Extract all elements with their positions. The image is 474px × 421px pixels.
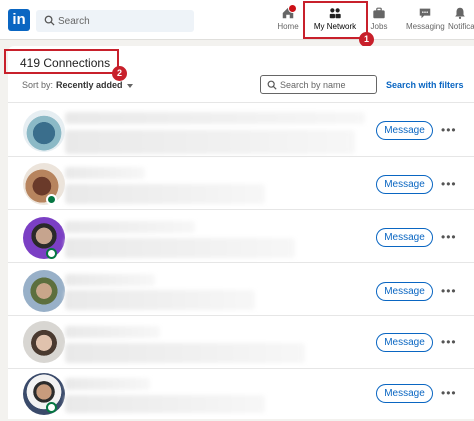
more-options-icon[interactable]: ••• [441, 335, 457, 349]
more-options-icon[interactable]: ••• [441, 177, 457, 191]
bell-icon [455, 7, 465, 20]
more-options-icon[interactable]: ••• [441, 230, 457, 244]
callout-2: 2 [112, 66, 127, 81]
nav-jobs[interactable]: Jobs [368, 6, 390, 31]
nav-notifications-label: Notifica [448, 22, 474, 31]
avatar[interactable] [23, 270, 65, 312]
nav-jobs-label: Jobs [370, 22, 388, 31]
message-button[interactable]: Message [376, 282, 433, 301]
blurred-name [65, 221, 195, 233]
message-button[interactable]: Message [376, 384, 433, 403]
search-icon [267, 80, 277, 90]
sort-control[interactable]: Sort by: Recently added [22, 80, 133, 90]
nav-home-label: Home [277, 22, 299, 31]
search-connections[interactable] [260, 75, 377, 94]
avatar[interactable] [23, 373, 65, 415]
online-status-indicator [46, 248, 57, 259]
search-icon [44, 15, 55, 26]
nav-messaging[interactable]: Messaging [406, 6, 445, 31]
top-nav-bar: in Home My Network Jobs Messaging Notifi… [0, 0, 474, 40]
global-search[interactable] [36, 10, 194, 32]
search-by-name-input[interactable] [280, 76, 375, 93]
avatar[interactable] [23, 163, 65, 205]
blurred-name [65, 167, 145, 179]
message-button[interactable]: Message [376, 121, 433, 140]
global-search-input[interactable] [58, 10, 188, 32]
blurred-name [65, 112, 365, 124]
nav-home[interactable]: Home [276, 4, 300, 31]
online-status-indicator [46, 194, 57, 205]
avatar[interactable] [23, 110, 65, 152]
more-options-icon[interactable]: ••• [441, 123, 457, 137]
avatar[interactable] [23, 217, 65, 259]
blurred-name [65, 326, 160, 338]
blurred-headline [65, 290, 255, 310]
nav-notifications[interactable]: Notifica [448, 6, 474, 31]
blurred-headline [65, 130, 355, 154]
messaging-icon [419, 8, 431, 19]
highlight-my-network [303, 1, 368, 39]
chevron-down-icon[interactable] [126, 83, 133, 88]
nav-messaging-label: Messaging [406, 22, 445, 31]
search-with-filters-link[interactable]: Search with filters [386, 80, 464, 90]
more-options-icon[interactable]: ••• [441, 386, 457, 400]
briefcase-icon [373, 7, 385, 19]
blurred-headline [65, 238, 295, 258]
message-button[interactable]: Message [376, 175, 433, 194]
more-options-icon[interactable]: ••• [441, 284, 457, 298]
blurred-headline [65, 184, 265, 204]
blurred-name [65, 378, 150, 390]
notification-badge [288, 4, 297, 13]
sort-label: Sort by: [22, 80, 54, 90]
blurred-headline [65, 343, 305, 363]
online-status-indicator [46, 402, 57, 413]
avatar[interactable] [23, 321, 65, 363]
message-button[interactable]: Message [376, 228, 433, 247]
sort-value[interactable]: Recently added [56, 80, 123, 90]
message-button[interactable]: Message [376, 333, 433, 352]
blurred-name [65, 274, 155, 286]
blurred-headline [65, 395, 265, 413]
callout-1: 1 [359, 32, 374, 47]
linkedin-logo[interactable]: in [8, 9, 30, 31]
connection-count: 419 Connections [20, 56, 111, 70]
